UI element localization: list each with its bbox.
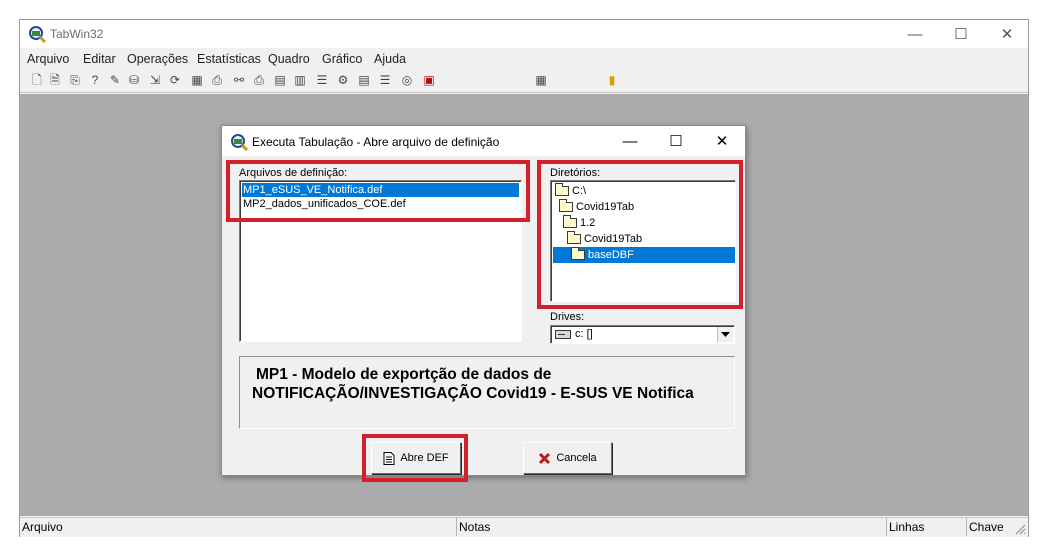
grid-icon[interactable]: ▦ [534,73,548,88]
title-bar: TabWin32 — ☐ ✕ [20,20,1028,48]
menu-grafico[interactable]: Gráfico [322,52,362,66]
table-icon[interactable]: ▤ [273,73,287,88]
menu-estatisticas[interactable]: Estatísticas [197,52,261,66]
toolbar: 🗋 🗎 ⎘? ✎ ⛁ ⇲ ⟳ ▦ ⎙ ⚯ ⎙ ▤ ▥ ☰ ⚙ ▤ ☰ ◎ ▣ ▦ ▮ [20,70,1028,93]
menu-operacoes[interactable]: Operações [127,52,188,66]
menu-quadro[interactable]: Quadro [268,52,310,66]
chevron-down-icon [721,332,730,337]
status-arquivo: Arquivo [22,520,63,534]
status-notas: Notas [456,518,886,536]
filter-icon[interactable]: ⚙ [336,73,350,88]
directories-highlight-box [537,160,743,309]
dropdown-arrow-button[interactable] [717,327,733,342]
tabwin-logo-icon [231,134,248,151]
dialog-title-bar: Executa Tabulação - Abre arquivo de defi… [222,126,745,156]
maximize-button[interactable]: ☐ [938,20,984,48]
definition-description: MP1 - Modelo de exportção de dados de NO… [252,365,732,403]
status-linhas: Linhas [886,518,966,536]
app-title: TabWin32 [50,27,104,41]
cancel-label: Cancela [556,452,597,464]
list-alt-icon[interactable]: ☰ [378,73,392,88]
tabwin-logo-icon [29,26,46,43]
calculator-icon[interactable]: ▦ [190,73,204,88]
description-line2: NOTIFICAÇÃO/INVESTIGAÇÃO Covid19 - E-SUS… [252,385,694,402]
description-line1: MP1 - Modelo de exportção de dados de [256,366,552,383]
help-icon[interactable]: ? [88,73,102,88]
status-bar: Arquivo Notas Linhas Chave [20,517,1028,537]
binoculars-icon[interactable]: ⚯ [232,73,246,88]
menu-bar: Arquivo Editar Operações Estatísticas Qu… [20,49,1028,69]
open-button-highlight-box [362,434,468,482]
dialog-maximize-button[interactable]: ☐ [653,126,699,156]
print-icon[interactable]: ⎙ [252,73,266,88]
drive-value: c: [] [575,328,593,340]
dialog-title: Executa Tabulação - Abre arquivo de defi… [252,135,500,149]
close-button[interactable]: ✕ [984,20,1030,48]
dialog-close-button[interactable]: ✕ [699,126,745,156]
resize-grip-icon[interactable] [1014,523,1026,535]
drives-select[interactable]: c: [] [550,325,735,344]
new-file-icon[interactable]: 🗋 [30,73,44,88]
stop-icon[interactable]: ▣ [422,73,436,88]
drive-icon [555,330,571,339]
tabulate-icon[interactable]: ⛁ [127,73,141,88]
open-file-icon[interactable]: 🗎 [48,73,62,88]
import-icon[interactable]: ⇲ [148,73,162,88]
globe-icon[interactable]: ◎ [400,73,414,88]
sort-icon[interactable]: ▤ [357,73,371,88]
definition-description-panel: MP1 - Modelo de exportção de dados de NO… [239,356,735,429]
minimize-button[interactable]: — [892,20,938,48]
dialog-minimize-button[interactable]: — [607,126,653,156]
menu-editar[interactable]: Editar [83,52,116,66]
menu-ajuda[interactable]: Ajuda [374,52,406,66]
edit-icon[interactable]: ✎ [108,73,122,88]
cancel-x-icon [539,452,551,464]
print-preview-icon[interactable]: ⎙ [210,73,224,88]
menu-arquivo[interactable]: Arquivo [27,52,69,66]
list-icon[interactable]: ☰ [315,73,329,88]
columns-icon[interactable]: ▥ [293,73,307,88]
refresh-icon[interactable]: ⟳ [168,73,182,88]
drives-label: Drives: [550,311,585,323]
exit-icon[interactable]: ▮ [605,73,619,88]
copy-icon[interactable]: ⎘ [68,73,82,88]
cancel-button[interactable]: Cancela [523,442,612,474]
files-highlight-box [226,160,530,222]
